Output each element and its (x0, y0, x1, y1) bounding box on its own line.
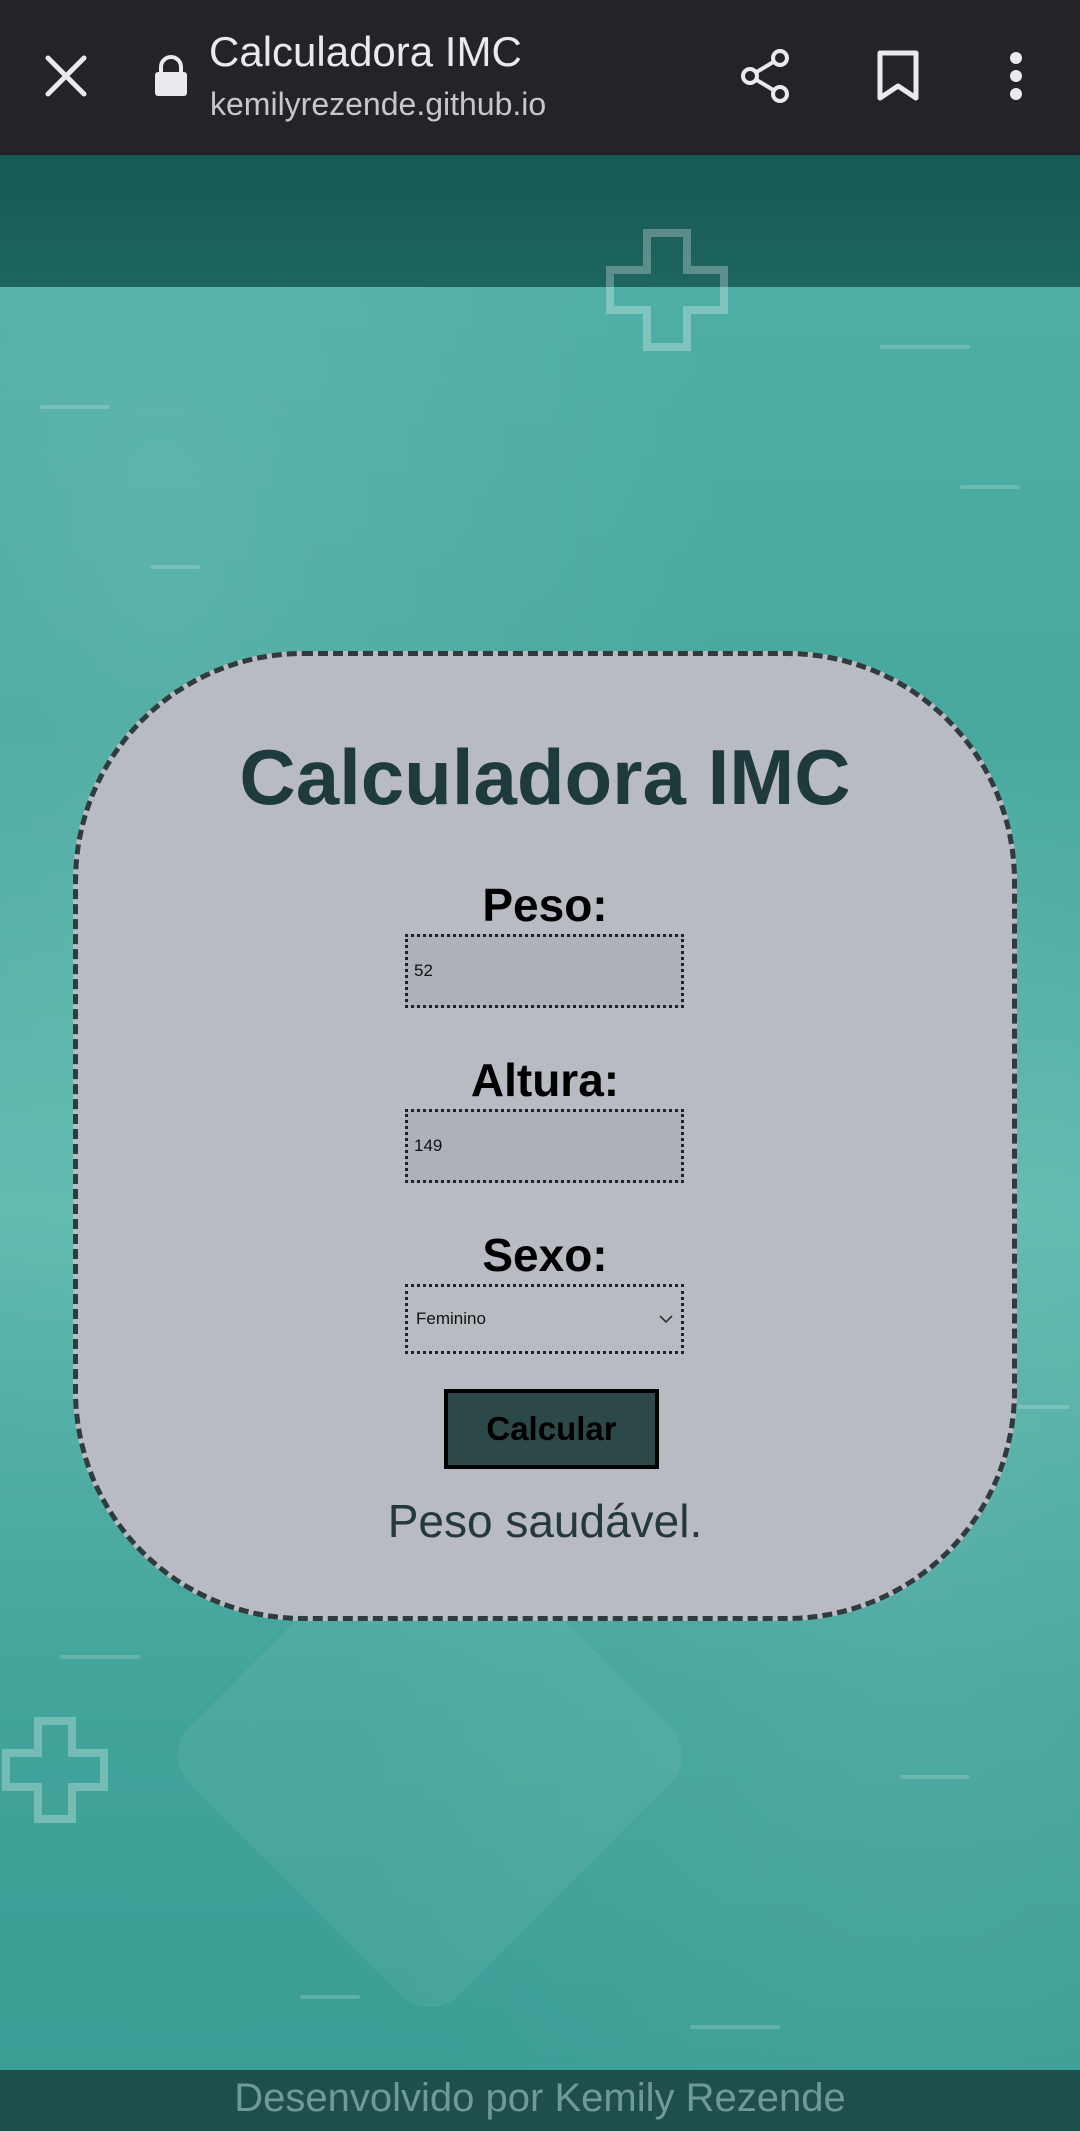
background-streak (150, 565, 200, 569)
sexo-label: Sexo: (482, 1229, 608, 1281)
result-text: Peso saudável. (387, 1495, 703, 1547)
background-streak (880, 345, 970, 349)
background-streak (690, 2025, 780, 2029)
lock-icon (155, 55, 187, 96)
background-streak (60, 1655, 140, 1659)
close-tab-button[interactable] (30, 40, 102, 112)
medical-cross-icon (2, 1717, 108, 1823)
background-streak (40, 405, 110, 409)
sexo-select[interactable]: Feminino (405, 1284, 684, 1354)
bookmark-button[interactable] (862, 40, 934, 112)
footer: Desenvolvido por Kemily Rezende (0, 2070, 1080, 2131)
peso-label: Peso: (482, 879, 608, 931)
page-url[interactable]: kemilyrezende.github.io (210, 86, 546, 123)
background-streak (960, 485, 1020, 489)
chevron-down-icon (659, 1315, 673, 1324)
sexo-selected-value: Feminino (416, 1309, 486, 1328)
bookmark-icon (877, 50, 919, 101)
share-icon (741, 49, 789, 103)
share-button[interactable] (730, 40, 802, 112)
background-streak (300, 1995, 360, 1999)
browser-toolbar: Calculadora IMC kemilyrezende.github.io (0, 0, 1080, 155)
calcular-button[interactable]: Calcular (444, 1389, 659, 1469)
more-vert-icon (1010, 52, 1022, 100)
header-band (0, 155, 1080, 287)
peso-input[interactable] (405, 934, 684, 1008)
background-streak (1010, 1405, 1070, 1409)
medical-cross-icon (606, 229, 728, 351)
page-title: Calculadora IMC (209, 28, 522, 75)
card-title: Calculadora IMC (239, 733, 851, 821)
more-options-button[interactable] (980, 40, 1052, 112)
altura-input[interactable] (405, 1109, 684, 1183)
imc-calculator-card: Calculadora IMC Peso: Altura: Sexo: Femi… (73, 651, 1017, 1621)
footer-credit: Desenvolvido por Kemily Rezende (234, 2076, 846, 2120)
altura-label: Altura: (470, 1054, 620, 1106)
close-icon (45, 55, 87, 97)
background-streak (900, 1775, 970, 1779)
